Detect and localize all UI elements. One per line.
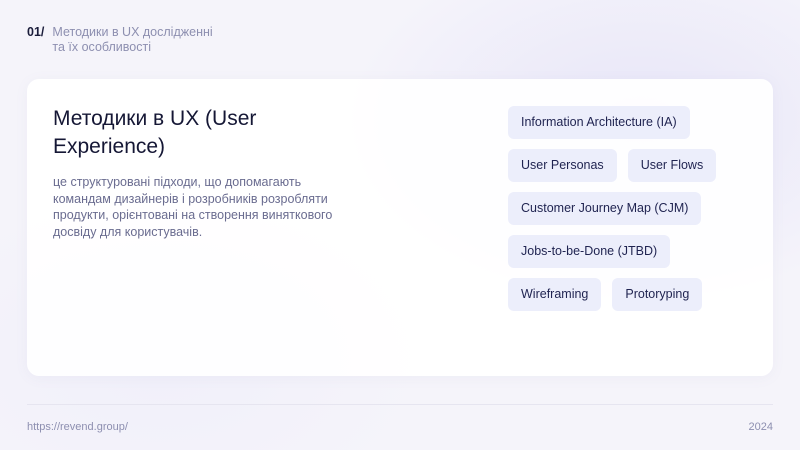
footer-year: 2024 — [748, 421, 773, 433]
tag-row: Wireframing Protoryping — [508, 278, 748, 311]
card-heading-line: Experience) — [53, 135, 166, 158]
footer-url[interactable]: https://revend.group/ — [27, 421, 128, 433]
tag-information-architecture: Information Architecture (IA) — [508, 106, 690, 139]
description-line: це структуровані підходи, що допомагають — [53, 175, 302, 189]
slide-number: 01/ — [27, 25, 45, 39]
slide-header: 01/ Методики в UX дослідженні та їх особ… — [27, 25, 213, 55]
tag-user-flows: User Flows — [627, 149, 717, 182]
card-heading: Методики в UX (User Experience) — [53, 105, 393, 161]
slide-title-line: Методики в UX дослідженні — [52, 25, 213, 39]
tag-jobs-to-be-done: Jobs-to-be-Done (JTBD) — [508, 235, 671, 268]
tag-user-personas: User Personas — [508, 149, 617, 182]
slide-title: Методики в UX дослідженні та їх особливо… — [52, 25, 212, 55]
tag-wireframing: Wireframing — [508, 278, 602, 311]
card-heading-line: Методики в UX (User — [53, 107, 257, 130]
tag-prototyping: Protoryping — [612, 278, 703, 311]
tag-row: Jobs-to-be-Done (JTBD) — [508, 235, 748, 268]
footer-divider — [27, 404, 773, 405]
tag-customer-journey-map: Customer Journey Map (CJM) — [508, 192, 702, 225]
card-description: це структуровані підходи, що допомагають… — [53, 174, 373, 240]
content-card: Методики в UX (User Experience) це струк… — [27, 79, 773, 376]
tag-row: Information Architecture (IA) — [508, 106, 748, 139]
description-line: командам дизайнерів і розробників розроб… — [53, 191, 328, 206]
description-line: продукти, орієнтовані на створення винят… — [53, 208, 333, 222]
tag-row: User Personas User Flows — [508, 149, 748, 182]
slide-title-line: та їх особливості — [52, 40, 151, 54]
methods-tag-list: Information Architecture (IA) User Perso… — [508, 106, 748, 321]
tag-row: Customer Journey Map (CJM) — [508, 192, 748, 225]
description-line: досвіду для користувачів. — [53, 224, 203, 239]
